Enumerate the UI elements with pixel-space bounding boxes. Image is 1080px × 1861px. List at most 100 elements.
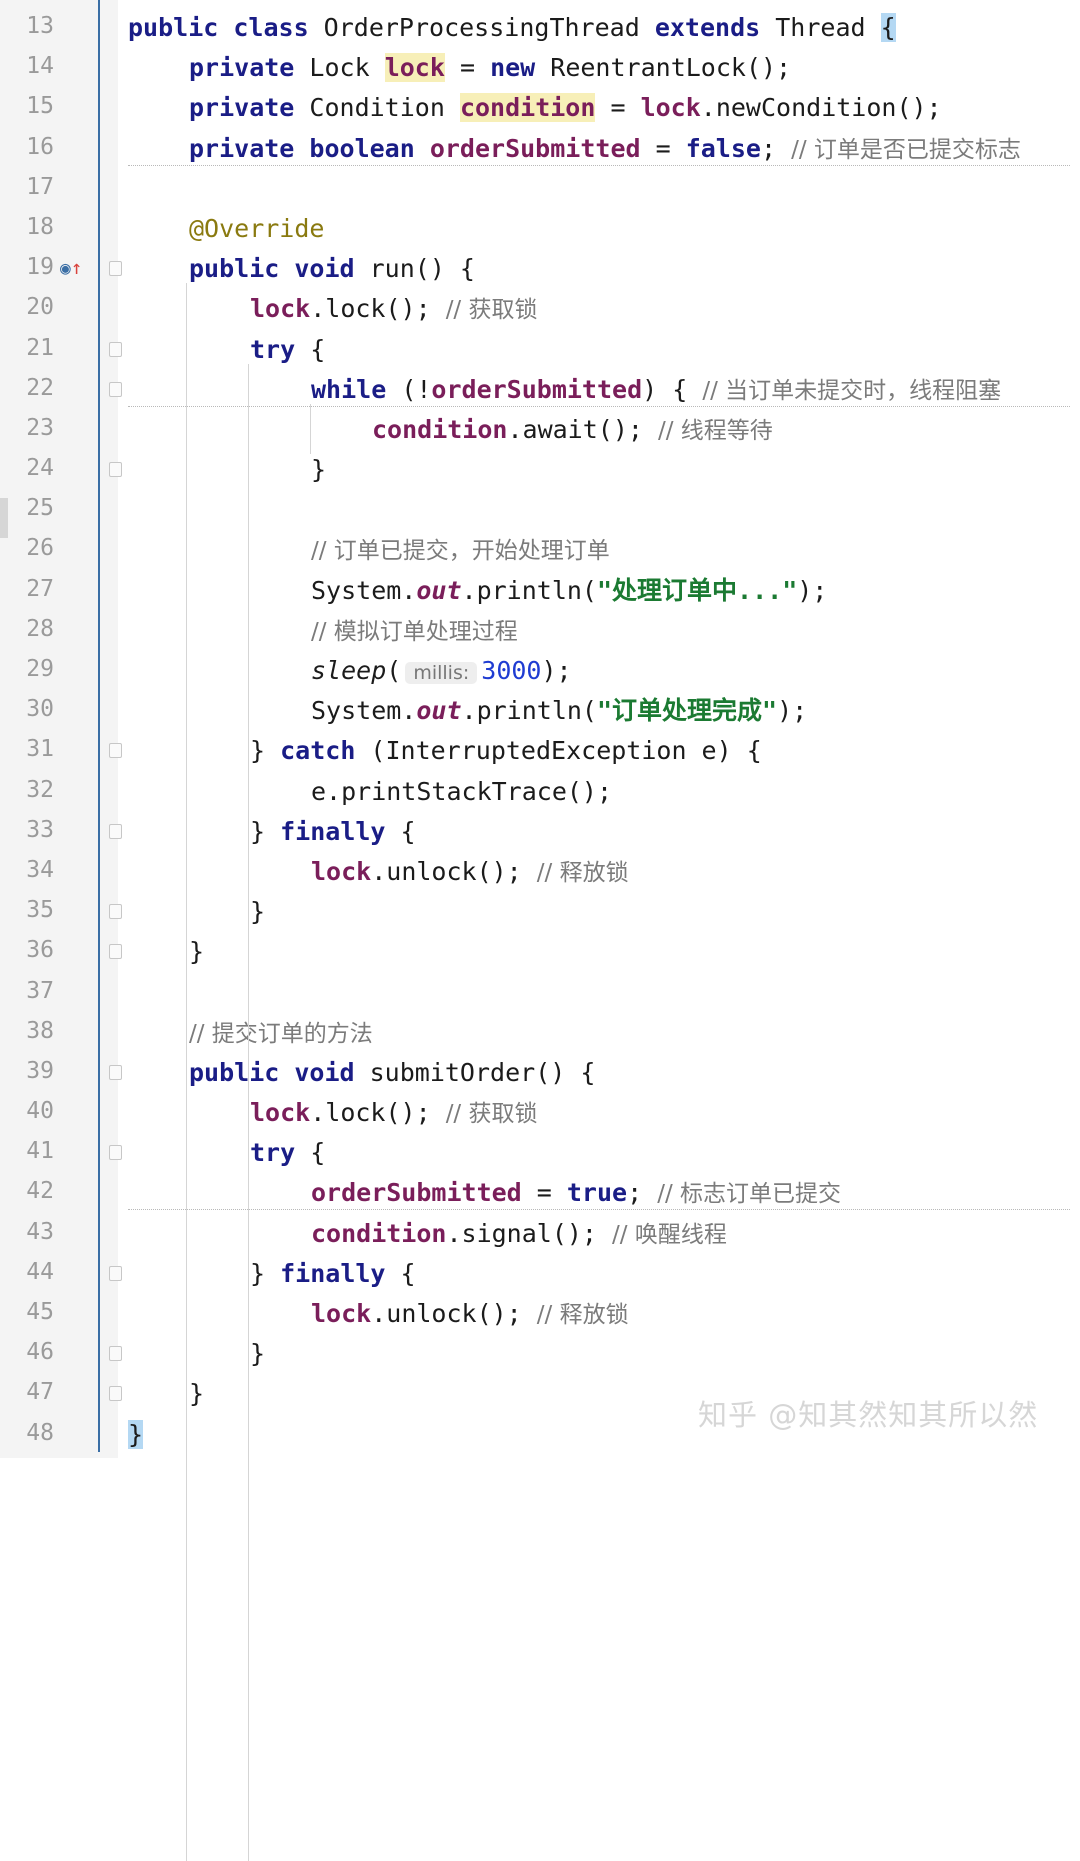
code-line[interactable]: public void submitOrder() { [189,1055,595,1091]
code-line[interactable]: System.out.println("订单处理完成"); [311,693,807,729]
code-line[interactable]: } [189,1376,204,1412]
code-row[interactable]: 37 [0,973,1080,1013]
code-row[interactable]: 14 private Lock lock = new ReentrantLock(… [0,48,1080,88]
code-token: { [880,13,896,42]
code-line[interactable]: condition.await(); // 线程等待 [372,412,773,449]
code-row[interactable]: 22 while (!orderSubmitted) { // 当订单未提交时，线… [0,370,1080,410]
code-token: } [250,736,281,766]
code-row[interactable]: 40 lock.lock(); // 获取锁 [0,1093,1080,1133]
code-line[interactable]: e.printStackTrace(); [311,774,612,810]
code-line[interactable]: } finally { [250,814,416,850]
code-row[interactable]: 18 @Override [0,209,1080,249]
code-token: System. [311,575,417,605]
code-row[interactable]: 30 System.out.println("订单处理完成"); [0,691,1080,731]
code-line[interactable]: condition.signal(); // 唤醒线程 [311,1216,727,1253]
code-row[interactable]: 26 // 订单已提交，开始处理订单 [0,530,1080,570]
code-row[interactable]: 36} [0,932,1080,972]
code-row[interactable]: 24} [0,450,1080,490]
code-line[interactable]: // 提交订单的方法 [189,1015,373,1052]
code-row[interactable]: 41 try { [0,1133,1080,1173]
fold-toggle-icon[interactable] [109,381,122,397]
code-row[interactable]: 32 e.printStackTrace(); [0,772,1080,812]
code-row[interactable]: 46} [0,1334,1080,1374]
code-line[interactable]: lock.unlock(); // 释放锁 [311,1296,629,1333]
code-row[interactable]: 44} finally { [0,1254,1080,1294]
fold-toggle-icon[interactable] [109,1064,122,1080]
code-line[interactable]: // 模拟订单处理过程 [311,613,518,650]
code-line[interactable]: } finally { [250,1256,416,1292]
code-row[interactable]: 28 // 模拟订单处理过程 [0,611,1080,651]
code-line[interactable]: private boolean orderSubmitted = false; … [189,131,1021,168]
fold-toggle-icon[interactable] [109,341,122,357]
code-line[interactable]: lock.lock(); // 获取锁 [250,1095,538,1132]
code-row[interactable]: 25 [0,490,1080,530]
code-line[interactable]: } catch (InterruptedException e) { [250,733,762,769]
line-number: 31 [26,736,54,763]
fold-toggle-icon[interactable] [109,462,122,478]
fold-toggle-icon[interactable] [109,1145,122,1161]
code-line[interactable]: private Condition condition = lock.newCo… [189,90,942,126]
code-editor[interactable]: 13 public class OrderProcessingThread ext… [0,0,1080,1861]
code-token: e.printStackTrace(); [311,776,613,806]
code-token: public void [189,1057,370,1087]
code-token: } [250,816,281,846]
code-token: .await(); [507,414,658,444]
code-line[interactable]: public void run() { [189,251,475,287]
code-row[interactable]: 13 public class OrderProcessingThread ext… [0,8,1080,48]
code-row[interactable]: 38 // 提交订单的方法 [0,1013,1080,1053]
code-line[interactable]: try { [250,332,325,368]
code-row[interactable]: 31 } catch (InterruptedException e) { [0,731,1080,771]
code-line[interactable]: lock.lock(); // 获取锁 [250,291,538,328]
code-row[interactable]: 33} finally { [0,812,1080,852]
code-token: 3000 [481,656,542,685]
code-line[interactable]: public class OrderProcessingThread exten… [128,10,896,46]
code-row[interactable]: 35} [0,892,1080,932]
code-line[interactable]: } [311,452,326,488]
code-line[interactable]: System.out.println("处理订单中..."); [311,573,827,609]
code-line[interactable]: lock.unlock(); // 释放锁 [311,854,629,891]
code-row[interactable]: 43 condition.signal(); // 唤醒线程 [0,1214,1080,1254]
code-row[interactable]: 23 condition.await(); // 线程等待 [0,410,1080,450]
code-token: } [128,1419,144,1449]
fold-toggle-icon[interactable] [109,904,122,920]
fold-toggle-icon[interactable] [109,1265,122,1281]
code-line[interactable]: while (!orderSubmitted) { // 当订单未提交时，线程阻… [311,372,1001,409]
line-number: 27 [26,575,54,602]
code-row[interactable]: 16 private boolean orderSubmitted = false… [0,129,1080,169]
fold-toggle-icon[interactable] [109,1386,122,1402]
code-row[interactable]: 27 System.out.println("处理订单中..."); [0,571,1080,611]
code-line[interactable]: orderSubmitted = true; // 标志订单已提交 [311,1175,841,1212]
code-row[interactable]: 17 [0,169,1080,209]
code-token: } [250,897,266,927]
code-row[interactable]: 20 lock.lock(); // 获取锁 [0,289,1080,329]
code-line[interactable]: sleep(millis: 3000); [311,653,572,691]
code-line[interactable]: } [189,934,204,970]
code-line[interactable]: try { [250,1135,325,1171]
code-token: { [400,816,416,846]
code-row[interactable]: 29 sleep(millis: 3000); [0,651,1080,691]
fold-toggle-icon[interactable] [109,944,122,960]
code-row[interactable]: 45 lock.unlock(); // 释放锁 [0,1294,1080,1334]
code-area[interactable]: 13 public class OrderProcessingThread ext… [0,8,1080,1455]
code-row[interactable]: 19 ◉↑ public void run() { [0,249,1080,289]
code-token: ); [797,575,828,605]
fold-toggle-icon[interactable] [109,261,122,277]
fold-toggle-icon[interactable] [109,1346,122,1362]
code-row[interactable]: 42 orderSubmitted = true; // 标志订单已提交 [0,1173,1080,1213]
line-number: 21 [26,334,54,361]
fold-toggle-icon[interactable] [109,823,122,839]
code-line[interactable]: @Override [189,211,324,247]
code-row[interactable]: 15 private Condition condition = lock.new… [0,88,1080,128]
override-method-icon[interactable]: ◉↑ [60,257,82,279]
code-line[interactable]: // 订单已提交，开始处理订单 [311,532,610,569]
code-line[interactable]: } [250,894,265,930]
line-number: 14 [26,53,54,80]
code-line[interactable]: private Lock lock = new ReentrantLock(); [189,50,791,86]
code-line[interactable]: } [250,1336,265,1372]
code-line[interactable]: } [128,1417,144,1453]
code-row[interactable]: 34 lock.unlock(); // 释放锁 [0,852,1080,892]
code-row[interactable]: 39 public void submitOrder() { [0,1053,1080,1093]
fold-toggle-icon[interactable] [109,743,122,759]
code-token: lock [250,294,311,324]
code-row[interactable]: 21 try { [0,330,1080,370]
